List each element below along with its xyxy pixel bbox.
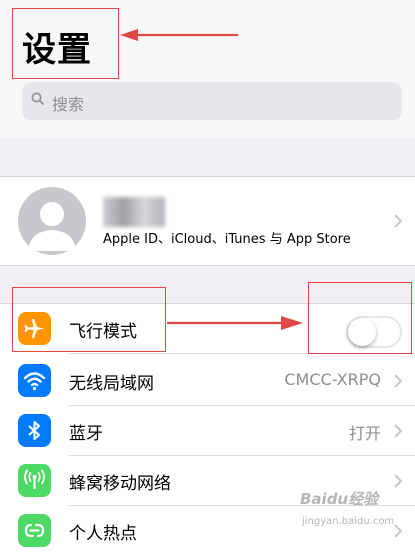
section-gap [0, 138, 415, 177]
settings-row-bluetooth[interactable]: 蓝牙 打开 [0, 406, 415, 456]
watermark-url: jingyan.baidu.com [302, 516, 395, 527]
cellular-icon [18, 464, 51, 497]
settings-row-label: 蓝牙 [69, 424, 103, 444]
chevron-right-icon [394, 424, 403, 438]
search-input[interactable]: 搜索 [22, 82, 402, 120]
bluetooth-icon [18, 414, 51, 447]
search-placeholder: 搜索 [52, 95, 85, 114]
chevron-right-icon [394, 374, 403, 388]
account-subtitle: Apple ID、iCloud、iTunes 与 App Store [103, 232, 351, 247]
arrow-left-icon [120, 29, 238, 41]
wifi-icon [18, 364, 51, 397]
title-highlight-box [12, 8, 119, 79]
airplane-mode-highlight-box [12, 287, 166, 352]
settings-row-label: 个人热点 [69, 524, 137, 544]
baidu-watermark: Baidu经验 jingyan.baidu.com [296, 486, 408, 538]
account-name-redacted [103, 197, 165, 227]
wifi-network-value: CMCC-XRPQ [284, 370, 381, 389]
bluetooth-status-value: 打开 [348, 424, 381, 443]
arrow-right-icon [167, 316, 303, 330]
settings-row-wifi[interactable]: 无线局域网 CMCC-XRPQ [0, 356, 415, 406]
toggle-highlight-box [308, 282, 412, 354]
avatar [18, 187, 86, 255]
hotspot-icon [18, 514, 51, 547]
search-icon [31, 92, 44, 105]
watermark-logo: Baidu经验 [300, 490, 379, 508]
settings-row-label: 无线局域网 [69, 374, 154, 394]
chevron-right-icon [394, 214, 403, 228]
person-icon [28, 202, 76, 251]
apple-id-row[interactable]: Apple ID、iCloud、iTunes 与 App Store [0, 177, 415, 265]
settings-row-label: 蜂窝移动网络 [69, 474, 171, 494]
